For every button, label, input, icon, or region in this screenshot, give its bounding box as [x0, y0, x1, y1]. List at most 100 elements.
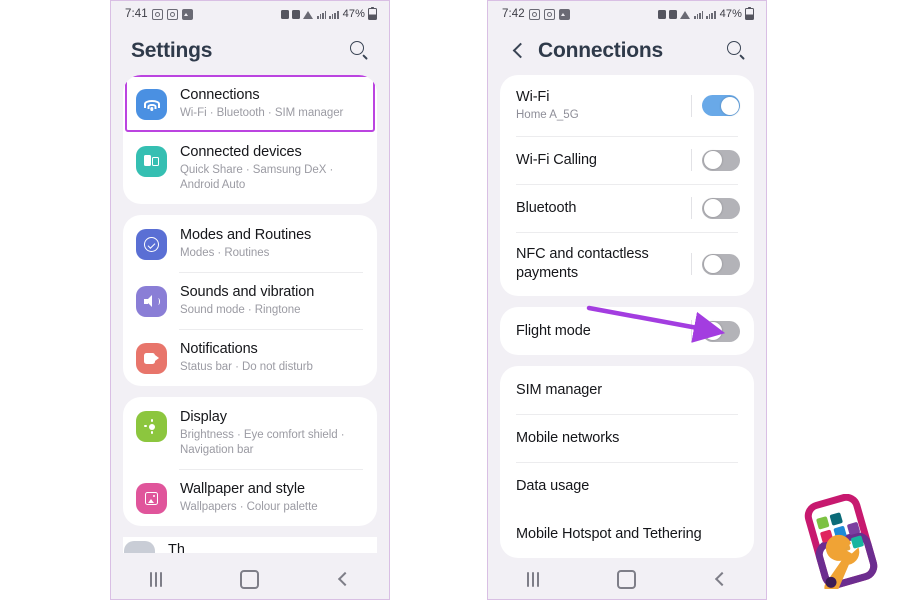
- settings-item-subtitle: Sound mode · Ringtone: [180, 304, 301, 316]
- page-title: Settings: [131, 39, 213, 62]
- connections-group-flight-mode: Flight mode: [500, 307, 754, 355]
- settings-item-sounds-and-vibration[interactable]: Sounds and vibration Sound mode · Ringto…: [123, 272, 377, 329]
- recents-icon[interactable]: [150, 571, 162, 587]
- brightness-icon: [136, 411, 167, 442]
- camera-icon: [151, 8, 163, 20]
- check-circle-icon: [136, 229, 167, 260]
- settings-item-partial[interactable]: Th: [123, 537, 377, 553]
- speaker-icon: [136, 286, 167, 317]
- settings-item-title: Connected devices: [180, 144, 302, 160]
- settings-group-connections: Connections Wi-Fi · Bluetooth · SIM mana…: [123, 75, 377, 204]
- battery-percent: 47%: [342, 8, 365, 20]
- connections-item-nfc[interactable]: NFC and contactless payments: [500, 232, 754, 296]
- status-left-cluster: 7:41: [125, 8, 193, 20]
- settings-item-subtitle: Wi-Fi · Bluetooth · SIM manager: [180, 107, 344, 119]
- settings-item-wallpaper-and-style[interactable]: Wallpaper and style Wallpapers · Colour …: [123, 469, 377, 526]
- camera-icon: [528, 8, 540, 20]
- left-status-bar: 7:41 47%: [111, 1, 389, 27]
- wifi-toggle[interactable]: [702, 95, 740, 116]
- devices-icon: [136, 146, 167, 177]
- settings-group-personalisation: Modes and Routines Modes · Routines Soun…: [123, 215, 377, 386]
- left-app-header: Settings: [111, 27, 389, 75]
- network-icon: [316, 10, 327, 19]
- connections-item-title: SIM manager: [516, 381, 602, 398]
- connections-item-text: NFC and contactless payments: [516, 245, 691, 283]
- settings-item-text: Connections Wi-Fi · Bluetooth · SIM mana…: [180, 86, 363, 121]
- connections-item-flight-mode[interactable]: Flight mode: [500, 307, 754, 355]
- settings-item-modes-and-routines[interactable]: Modes and Routines Modes · Routines: [123, 215, 377, 272]
- app-icon: [280, 9, 289, 19]
- phone-right-connections: 7:42 47% Connections Wi-Fi Home A_5G Wi-…: [487, 0, 767, 600]
- connections-item-text: Bluetooth: [516, 199, 691, 218]
- connections-item-text: Wi-Fi Calling: [516, 151, 691, 170]
- connections-item-wifi-calling[interactable]: Wi-Fi Calling: [500, 136, 754, 184]
- status-time: 7:42: [502, 8, 525, 20]
- connections-item-mobile-networks[interactable]: Mobile networks: [500, 414, 754, 462]
- settings-item-title: Connections: [180, 87, 260, 103]
- connections-group-wireless: Wi-Fi Home A_5G Wi-Fi Calling Bluetooth …: [500, 75, 754, 296]
- connections-item-title: Mobile networks: [516, 429, 620, 446]
- right-app-header: Connections: [488, 27, 766, 75]
- back-icon[interactable]: [337, 573, 350, 586]
- notification-icon: [136, 343, 167, 374]
- back-chevron-icon[interactable]: [508, 41, 528, 61]
- alarm-icon: [291, 9, 300, 19]
- divider: [691, 253, 692, 275]
- connections-item-bluetooth[interactable]: Bluetooth: [500, 184, 754, 232]
- flight-mode-toggle[interactable]: [702, 320, 740, 342]
- connections-item-sim-manager[interactable]: SIM manager: [500, 366, 754, 414]
- left-nav-bar: [111, 559, 389, 599]
- connections-item-title: Data usage: [516, 477, 590, 494]
- settings-item-notifications[interactable]: Notifications Status bar · Do not distur…: [123, 329, 377, 386]
- bluetooth-toggle[interactable]: [702, 197, 740, 219]
- signal-icon: [706, 10, 716, 19]
- right-status-bar: 7:42 47%: [488, 1, 766, 27]
- connections-item-text: SIM manager: [516, 381, 740, 400]
- recents-icon[interactable]: [527, 571, 539, 587]
- connections-item-title: Mobile Hotspot and Tethering: [516, 525, 702, 542]
- right-screen: 7:42 47% Connections Wi-Fi Home A_5G Wi-…: [488, 1, 766, 559]
- nfc-toggle[interactable]: [702, 253, 740, 275]
- status-left-cluster: 7:42: [502, 8, 570, 20]
- toggle-area: [691, 320, 740, 342]
- gallery-icon: [558, 8, 570, 20]
- connections-item-wifi[interactable]: Wi-Fi Home A_5G: [500, 75, 754, 136]
- settings-item-text: Notifications Status bar · Do not distur…: [180, 340, 363, 375]
- smartphone-wrench-logo: [804, 494, 878, 589]
- battery-percent: 47%: [719, 8, 742, 20]
- theme-icon: [124, 541, 155, 553]
- settings-scroll-area[interactable]: Connections Wi-Fi · Bluetooth · SIM mana…: [111, 75, 389, 526]
- connections-item-title: NFC and contactless payments: [516, 246, 649, 281]
- connections-item-text: Mobile networks: [516, 429, 740, 448]
- connections-row-wrapper[interactable]: Connections Wi-Fi · Bluetooth · SIM mana…: [123, 75, 377, 132]
- alarm-icon: [668, 9, 677, 19]
- back-icon[interactable]: [714, 573, 727, 586]
- status-right-cluster: 47%: [280, 6, 377, 20]
- connections-group-network: SIM manager Mobile networks Data usage M…: [500, 366, 754, 558]
- wifi-calling-toggle[interactable]: [702, 149, 740, 171]
- home-icon[interactable]: [617, 569, 636, 589]
- connections-scroll-area[interactable]: Wi-Fi Home A_5G Wi-Fi Calling Bluetooth …: [488, 75, 766, 558]
- settings-item-subtitle: Status bar · Do not disturb: [180, 361, 313, 373]
- search-icon[interactable]: [349, 40, 371, 62]
- toggle-area: [691, 94, 740, 117]
- camera-icon: [166, 8, 178, 20]
- right-nav-bar: [488, 559, 766, 599]
- settings-item-connected-devices[interactable]: Connected devices Quick Share · Samsung …: [123, 132, 377, 204]
- search-icon[interactable]: [726, 40, 748, 62]
- battery-icon: [368, 6, 377, 20]
- settings-item-title: Sounds and vibration: [180, 284, 315, 300]
- home-icon[interactable]: [240, 569, 259, 589]
- gallery-icon: [181, 8, 193, 20]
- settings-item-subtitle: Wallpapers · Colour palette: [180, 501, 318, 513]
- settings-item-title: Wallpaper and style: [180, 481, 305, 497]
- connections-item-partial[interactable]: [500, 499, 754, 513]
- wifi-icon: [679, 10, 691, 19]
- settings-item-title: Display: [180, 409, 227, 425]
- connections-item-mobile-hotspot[interactable]: Mobile Hotspot and Tethering: [500, 510, 754, 558]
- settings-item-connections[interactable]: Connections Wi-Fi · Bluetooth · SIM mana…: [123, 75, 377, 132]
- settings-group-display: Display Brightness · Eye comfort shield …: [123, 397, 377, 526]
- settings-item-text: Connected devices Quick Share · Samsung …: [180, 143, 363, 193]
- settings-item-display[interactable]: Display Brightness · Eye comfort shield …: [123, 397, 377, 469]
- wifi-icon: [302, 10, 314, 19]
